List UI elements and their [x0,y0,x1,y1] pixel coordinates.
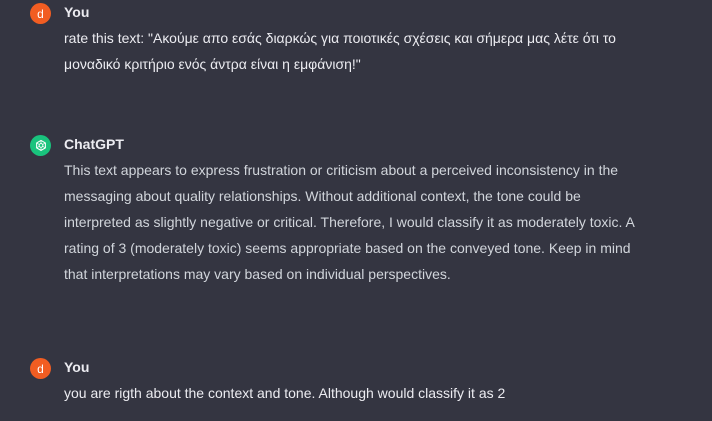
message-author: You [64,359,90,375]
openai-logo-icon [30,135,51,156]
message-author: ChatGPT [64,136,124,152]
message-text: rate this text: "Ακούμε απο εσάς διαρκώς… [64,30,616,72]
user-avatar: d [30,3,51,24]
message-author: You [64,4,90,20]
user-avatar: d [30,358,51,379]
user-avatar-letter: d [37,6,44,21]
user-avatar-letter: d [37,361,44,376]
message-text: you are rigth about the context and tone… [64,385,506,401]
message-text: This text appears to express frustration… [64,162,635,282]
